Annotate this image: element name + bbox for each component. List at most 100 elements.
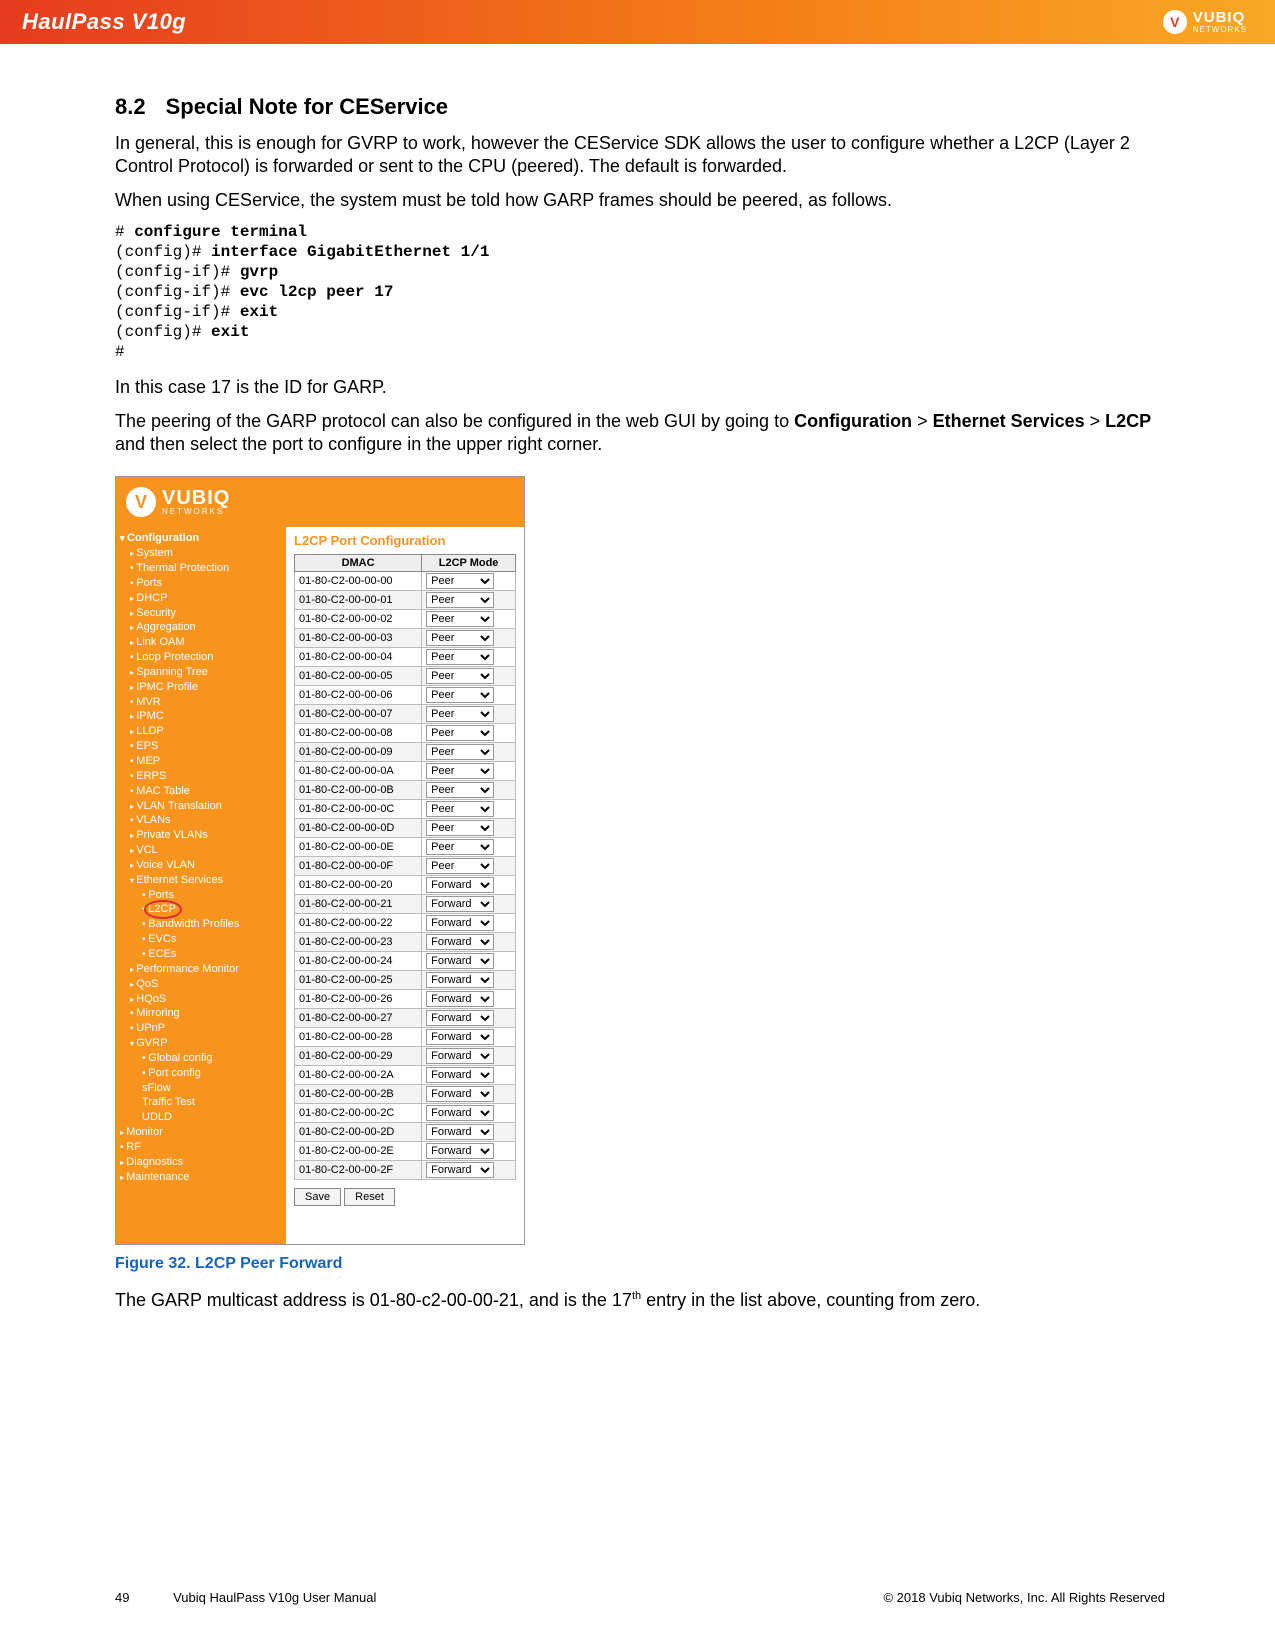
nav-item[interactable]: Security <box>120 606 286 621</box>
l2cp-mode-select[interactable]: Forward <box>426 1029 494 1045</box>
l2cp-mode-select[interactable]: Peer <box>426 573 494 589</box>
nav-path-segment: Ethernet Services <box>933 411 1085 431</box>
l2cp-mode-select[interactable]: Forward <box>426 877 494 893</box>
paragraph: The peering of the GARP protocol can als… <box>115 410 1165 457</box>
nav-item[interactable]: Traffic Test <box>120 1095 286 1110</box>
nav-rf[interactable]: RF <box>120 1140 286 1155</box>
l2cp-mode-select[interactable]: Peer <box>426 668 494 684</box>
l2cp-mode-select[interactable]: Peer <box>426 630 494 646</box>
nav-configuration[interactable]: Configuration <box>120 531 286 546</box>
nav-item[interactable]: ECEs <box>120 947 286 962</box>
l2cp-mode-select[interactable]: Forward <box>426 953 494 969</box>
nav-l2cp[interactable]: L2CP <box>120 902 286 917</box>
nav-item[interactable]: Mirroring <box>120 1006 286 1021</box>
table-row: 01-80-C2-00-00-23Forward <box>295 933 516 952</box>
nav-item[interactable]: Port config <box>120 1066 286 1081</box>
l2cp-mode-select[interactable]: Peer <box>426 839 494 855</box>
mode-cell: Peer <box>422 819 516 838</box>
nav-item[interactable]: Loop Protection <box>120 650 286 665</box>
nav-item[interactable]: MVR <box>120 695 286 710</box>
l2cp-mode-select[interactable]: Peer <box>426 649 494 665</box>
dmac-cell: 01-80-C2-00-00-03 <box>295 629 422 648</box>
l2cp-mode-select[interactable]: Peer <box>426 744 494 760</box>
l2cp-mode-select[interactable]: Peer <box>426 592 494 608</box>
copyright: © 2018 Vubiq Networks, Inc. All Rights R… <box>883 1590 1165 1605</box>
nav-item[interactable]: VLAN Translation <box>120 799 286 814</box>
nav-item[interactable]: VCL <box>120 843 286 858</box>
l2cp-mode-select[interactable]: Forward <box>426 1105 494 1121</box>
nav-ethernet-services[interactable]: Ethernet Services <box>120 873 286 888</box>
nav-item[interactable]: UDLD <box>120 1110 286 1125</box>
nav-item[interactable]: EVCs <box>120 932 286 947</box>
nav-item[interactable]: DHCP <box>120 591 286 606</box>
l2cp-mode-select[interactable]: Peer <box>426 858 494 874</box>
l2cp-mode-select[interactable]: Forward <box>426 896 494 912</box>
dmac-cell: 01-80-C2-00-00-2F <box>295 1161 422 1180</box>
l2cp-mode-select[interactable]: Forward <box>426 1048 494 1064</box>
nav-item[interactable]: Voice VLAN <box>120 858 286 873</box>
l2cp-mode-select[interactable]: Peer <box>426 725 494 741</box>
l2cp-mode-select[interactable]: Forward <box>426 972 494 988</box>
nav-monitor[interactable]: Monitor <box>120 1125 286 1140</box>
l2cp-mode-select[interactable]: Peer <box>426 782 494 798</box>
l2cp-mode-select[interactable]: Peer <box>426 763 494 779</box>
nav-item[interactable]: sFlow <box>120 1081 286 1096</box>
nav-item[interactable]: LLDP <box>120 724 286 739</box>
table-row: 01-80-C2-00-00-2BForward <box>295 1085 516 1104</box>
l2cp-mode-select[interactable]: Forward <box>426 1162 494 1178</box>
document-header-bar: HaulPass V10g V VUBIQ NETWORKS <box>0 0 1275 44</box>
l2cp-mode-select[interactable]: Peer <box>426 706 494 722</box>
nav-item[interactable]: HQoS <box>120 992 286 1007</box>
nav-item[interactable]: Aggregation <box>120 620 286 635</box>
mode-cell: Forward <box>422 1028 516 1047</box>
nav-item[interactable]: Performance Monitor <box>120 962 286 977</box>
mode-cell: Forward <box>422 1161 516 1180</box>
dmac-cell: 01-80-C2-00-00-07 <box>295 705 422 724</box>
nav-item[interactable]: UPnP <box>120 1021 286 1036</box>
l2cp-mode-select[interactable]: Forward <box>426 1086 494 1102</box>
l2cp-mode-select[interactable]: Forward <box>426 1143 494 1159</box>
l2cp-mode-select[interactable]: Forward <box>426 1124 494 1140</box>
mode-cell: Peer <box>422 572 516 591</box>
l2cp-mode-select[interactable]: Forward <box>426 1010 494 1026</box>
nav-item[interactable]: MAC Table <box>120 784 286 799</box>
mode-cell: Peer <box>422 591 516 610</box>
nav-item[interactable]: Ports <box>120 888 286 903</box>
l2cp-mode-select[interactable]: Forward <box>426 1067 494 1083</box>
gui-brand-sub: NETWORKS <box>162 507 230 516</box>
nav-item[interactable]: IPMC Profile <box>120 680 286 695</box>
nav-item[interactable]: System <box>120 546 286 561</box>
nav-item[interactable]: Spanning Tree <box>120 665 286 680</box>
nav-item[interactable]: MEP <box>120 754 286 769</box>
section-heading: 8.2Special Note for CEService <box>115 94 1165 120</box>
nav-item[interactable]: Link OAM <box>120 635 286 650</box>
nav-item[interactable]: ERPS <box>120 769 286 784</box>
reset-button[interactable]: Reset <box>344 1188 395 1206</box>
mode-cell: Peer <box>422 781 516 800</box>
nav-item[interactable]: Bandwidth Profiles <box>120 917 286 932</box>
l2cp-mode-select[interactable]: Forward <box>426 991 494 1007</box>
nav-item[interactable]: EPS <box>120 739 286 754</box>
paragraph: When using CEService, the system must be… <box>115 189 1165 212</box>
l2cp-mode-select[interactable]: Peer <box>426 801 494 817</box>
nav-maintenance[interactable]: Maintenance <box>120 1170 286 1185</box>
nav-item[interactable]: IPMC <box>120 709 286 724</box>
dmac-cell: 01-80-C2-00-00-29 <box>295 1047 422 1066</box>
dmac-cell: 01-80-C2-00-00-05 <box>295 667 422 686</box>
l2cp-mode-select[interactable]: Peer <box>426 687 494 703</box>
nav-item[interactable]: Ports <box>120 576 286 591</box>
nav-item[interactable]: VLANs <box>120 813 286 828</box>
l2cp-mode-select[interactable]: Peer <box>426 611 494 627</box>
nav-item[interactable]: QoS <box>120 977 286 992</box>
nav-gvrp[interactable]: GVRP <box>120 1036 286 1051</box>
nav-diagnostics[interactable]: Diagnostics <box>120 1155 286 1170</box>
nav-item[interactable]: Global config <box>120 1051 286 1066</box>
nav-item[interactable]: Thermal Protection <box>120 561 286 576</box>
save-button[interactable]: Save <box>294 1188 341 1206</box>
text: The peering of the GARP protocol can als… <box>115 411 794 431</box>
l2cp-mode-select[interactable]: Forward <box>426 915 494 931</box>
table-row: 01-80-C2-00-00-25Forward <box>295 971 516 990</box>
l2cp-mode-select[interactable]: Peer <box>426 820 494 836</box>
l2cp-mode-select[interactable]: Forward <box>426 934 494 950</box>
nav-item[interactable]: Private VLANs <box>120 828 286 843</box>
